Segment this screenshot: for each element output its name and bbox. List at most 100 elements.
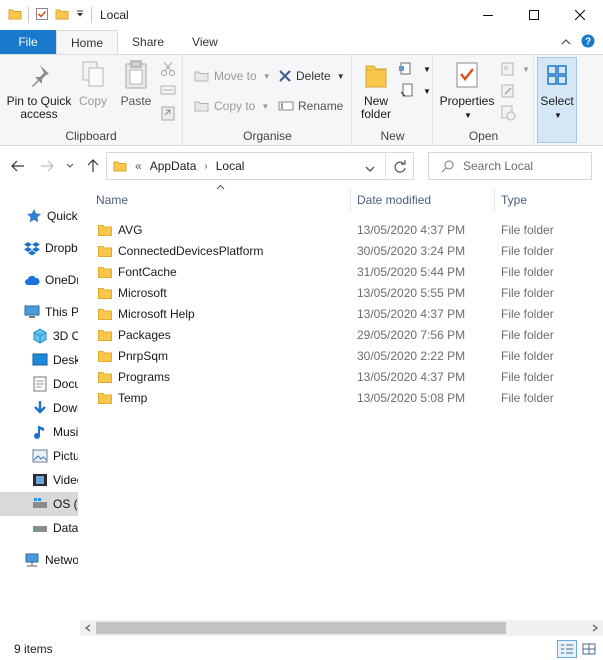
column-divider[interactable] [350, 188, 351, 212]
file-row[interactable]: Microsoft 13/05/2020 5:55 PM File folder [80, 282, 603, 303]
column-divider[interactable] [494, 188, 495, 212]
search-input[interactable] [463, 159, 583, 173]
nav-label: OS (C:) [53, 497, 78, 511]
nav-item-videos[interactable]: Videos [0, 468, 78, 492]
file-row[interactable]: Packages 29/05/2020 7:56 PM File folder [80, 324, 603, 345]
tab-file[interactable]: File [0, 30, 56, 54]
copy-button[interactable]: Copy [76, 59, 110, 108]
file-row[interactable]: AVG 13/05/2020 4:37 PM File folder [80, 219, 603, 240]
help-icon[interactable]: ? [581, 34, 595, 51]
nav-item-documents[interactable]: Documents [0, 372, 78, 396]
nav-label: Quick access [47, 209, 78, 223]
file-row[interactable]: Programs 13/05/2020 4:37 PM File folder [80, 366, 603, 387]
drive-icon [32, 496, 48, 512]
file-row[interactable]: FontCache 31/05/2020 5:44 PM File folder [80, 261, 603, 282]
file-name: ConnectedDevicesPlatform [118, 243, 264, 258]
horizontal-scrollbar[interactable] [80, 620, 603, 636]
nav-item-onedrive[interactable]: OneDrive [0, 268, 78, 292]
minimize-button[interactable] [465, 0, 511, 30]
tab-view[interactable]: View [178, 30, 232, 54]
nav-item-network[interactable]: Network [0, 548, 78, 572]
tab-home[interactable]: Home [56, 30, 119, 54]
ribbon-tabs: File Home Share View ? [0, 30, 603, 54]
new-item-button[interactable]: ▼ [399, 61, 431, 77]
nav-item-data-drive[interactable]: Data (D:) [0, 516, 78, 540]
customize-toolbar-icon[interactable] [75, 8, 85, 22]
properties-button[interactable]: Properties ▼ [438, 59, 496, 122]
delete-button[interactable]: Delete ▼ [278, 69, 345, 83]
paste-label: Paste [120, 94, 152, 108]
nav-item-desktop[interactable]: Desktop [0, 348, 78, 372]
maximize-button[interactable] [511, 0, 557, 30]
paste-button[interactable]: Paste [118, 59, 154, 108]
rename-button[interactable]: Rename [278, 99, 343, 113]
properties-quick-icon[interactable] [35, 7, 49, 24]
file-date: 13/05/2020 4:37 PM [357, 369, 466, 384]
nav-item-os-drive[interactable]: OS (C:) [0, 492, 78, 516]
file-row[interactable]: PnrpSqm 30/05/2020 2:22 PM File folder [80, 345, 603, 366]
sort-ascending-icon [216, 182, 225, 192]
file-row[interactable]: Microsoft Help 13/05/2020 4:37 PM File f… [80, 303, 603, 324]
tab-share[interactable]: Share [118, 30, 178, 54]
edit-button[interactable] [500, 83, 516, 99]
nav-label: Downloads [53, 401, 78, 415]
collapse-ribbon-icon[interactable] [561, 35, 571, 49]
breadcrumb-overflow[interactable]: « [135, 159, 142, 173]
nav-item-3d-objects[interactable]: 3D Objects [0, 324, 78, 348]
file-row[interactable]: Temp 13/05/2020 5:08 PM File folder [80, 387, 603, 408]
close-button[interactable] [557, 0, 603, 30]
open-group: Properties ▼ ▼ Open [434, 55, 534, 146]
address-bar[interactable]: « AppData › Local [106, 152, 414, 181]
back-button[interactable] [6, 147, 30, 185]
copy-path-button[interactable] [160, 83, 176, 97]
nav-item-this-pc[interactable]: This PC [0, 300, 78, 324]
nav-item-music[interactable]: Music [0, 420, 78, 444]
cut-button[interactable] [160, 61, 176, 77]
nav-item-dropbox[interactable]: Dropbox [0, 236, 78, 260]
nav-item-quick-access[interactable]: Quick access [0, 204, 78, 228]
column-date-modified[interactable]: Date modified [357, 186, 431, 214]
computer-icon [24, 304, 40, 320]
breadcrumb-local[interactable]: Local [216, 159, 245, 173]
folder-icon [98, 308, 112, 320]
details-view-button[interactable] [557, 640, 577, 658]
scrollbar-thumb[interactable] [96, 622, 506, 634]
copy-to-button[interactable]: Copy to ▼ [194, 99, 269, 113]
column-type[interactable]: Type [501, 186, 527, 214]
pin-to-quick-access-button[interactable]: Pin to Quick access [6, 59, 72, 121]
refresh-icon [394, 160, 406, 173]
up-button[interactable] [82, 147, 104, 185]
file-name: Microsoft Help [118, 306, 195, 321]
ribbon: Pin to Quick access Copy Paste Clipboard [0, 54, 603, 146]
folder-icon [98, 371, 112, 383]
file-row[interactable]: ConnectedDevicesPlatform 30/05/2020 3:24… [80, 240, 603, 261]
select-button[interactable]: Select ▼ [537, 59, 577, 122]
scroll-right-button[interactable] [587, 620, 603, 636]
nav-item-pictures[interactable]: Pictures [0, 444, 78, 468]
video-icon [32, 472, 48, 488]
chevron-down-icon [66, 163, 74, 168]
large-icons-view-icon [582, 643, 596, 655]
move-to-button[interactable]: Move to ▼ [194, 69, 271, 83]
nav-label: This PC [45, 305, 78, 319]
nav-item-downloads[interactable]: Downloads [0, 396, 78, 420]
forward-button[interactable] [36, 147, 58, 185]
up-arrow-icon [87, 159, 99, 172]
new-folder-quick-icon[interactable] [55, 7, 69, 24]
recent-locations-button[interactable] [62, 147, 78, 185]
history-button[interactable] [500, 105, 516, 121]
open-button[interactable]: ▼ [500, 61, 530, 77]
new-folder-button[interactable]: New folder [355, 59, 397, 121]
large-icons-view-button[interactable] [579, 640, 599, 658]
breadcrumb-appdata[interactable]: AppData [150, 159, 197, 173]
column-name[interactable]: Name [96, 186, 128, 214]
address-history-button[interactable] [365, 162, 375, 176]
cloud-icon [24, 272, 40, 288]
refresh-button[interactable] [385, 153, 414, 181]
paste-shortcut-button[interactable] [160, 105, 176, 121]
scissors-icon [161, 61, 175, 76]
breadcrumb-separator-icon[interactable]: › [204, 161, 207, 172]
scroll-left-button[interactable] [80, 620, 96, 636]
file-type: File folder [501, 285, 554, 300]
easy-access-button[interactable]: ▼ [399, 83, 431, 99]
